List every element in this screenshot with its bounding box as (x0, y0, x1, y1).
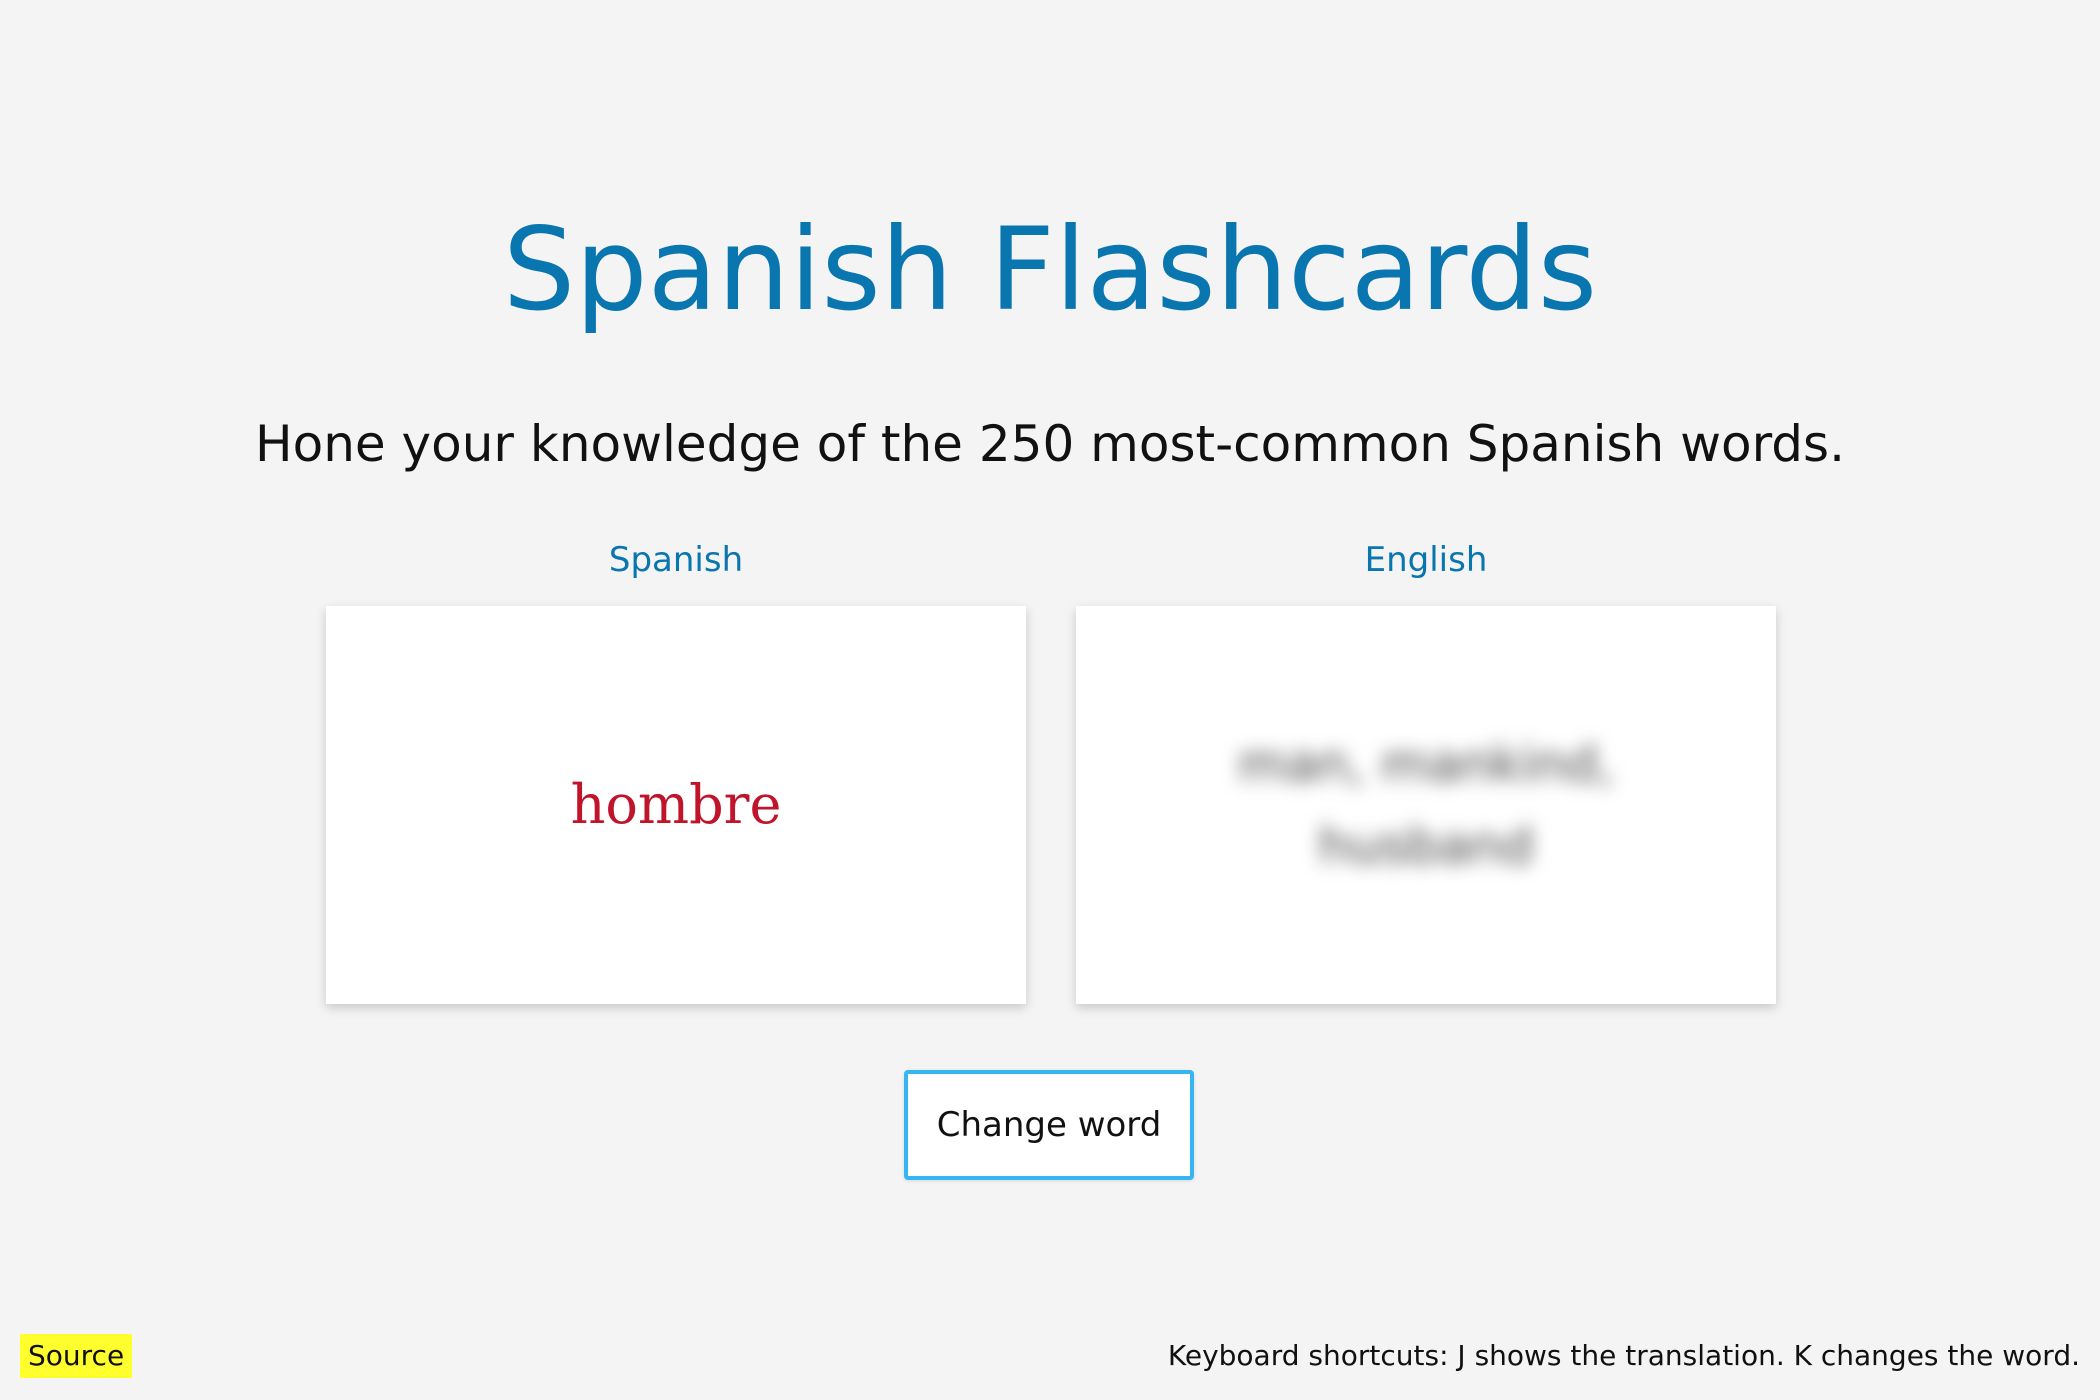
page-title: Spanish Flashcards (502, 203, 1598, 336)
english-card[interactable]: man, mankind, husband (1076, 606, 1776, 1004)
keyboard-shortcuts-hint: Keyboard shortcuts: J shows the translat… (1167, 1339, 2080, 1372)
page-subtitle: Hone your knowledge of the 250 most-comm… (255, 415, 1845, 473)
english-card-label: English (1364, 540, 1488, 580)
spanish-card-label: Spanish (608, 540, 744, 580)
source-link[interactable]: Source (20, 1334, 133, 1378)
spanish-word: hombre (570, 773, 782, 836)
spanish-card: hombre (326, 606, 1026, 1004)
english-translation-blurred: man, mankind, husband (1237, 735, 1615, 875)
change-word-button[interactable]: Change word (904, 1070, 1194, 1180)
